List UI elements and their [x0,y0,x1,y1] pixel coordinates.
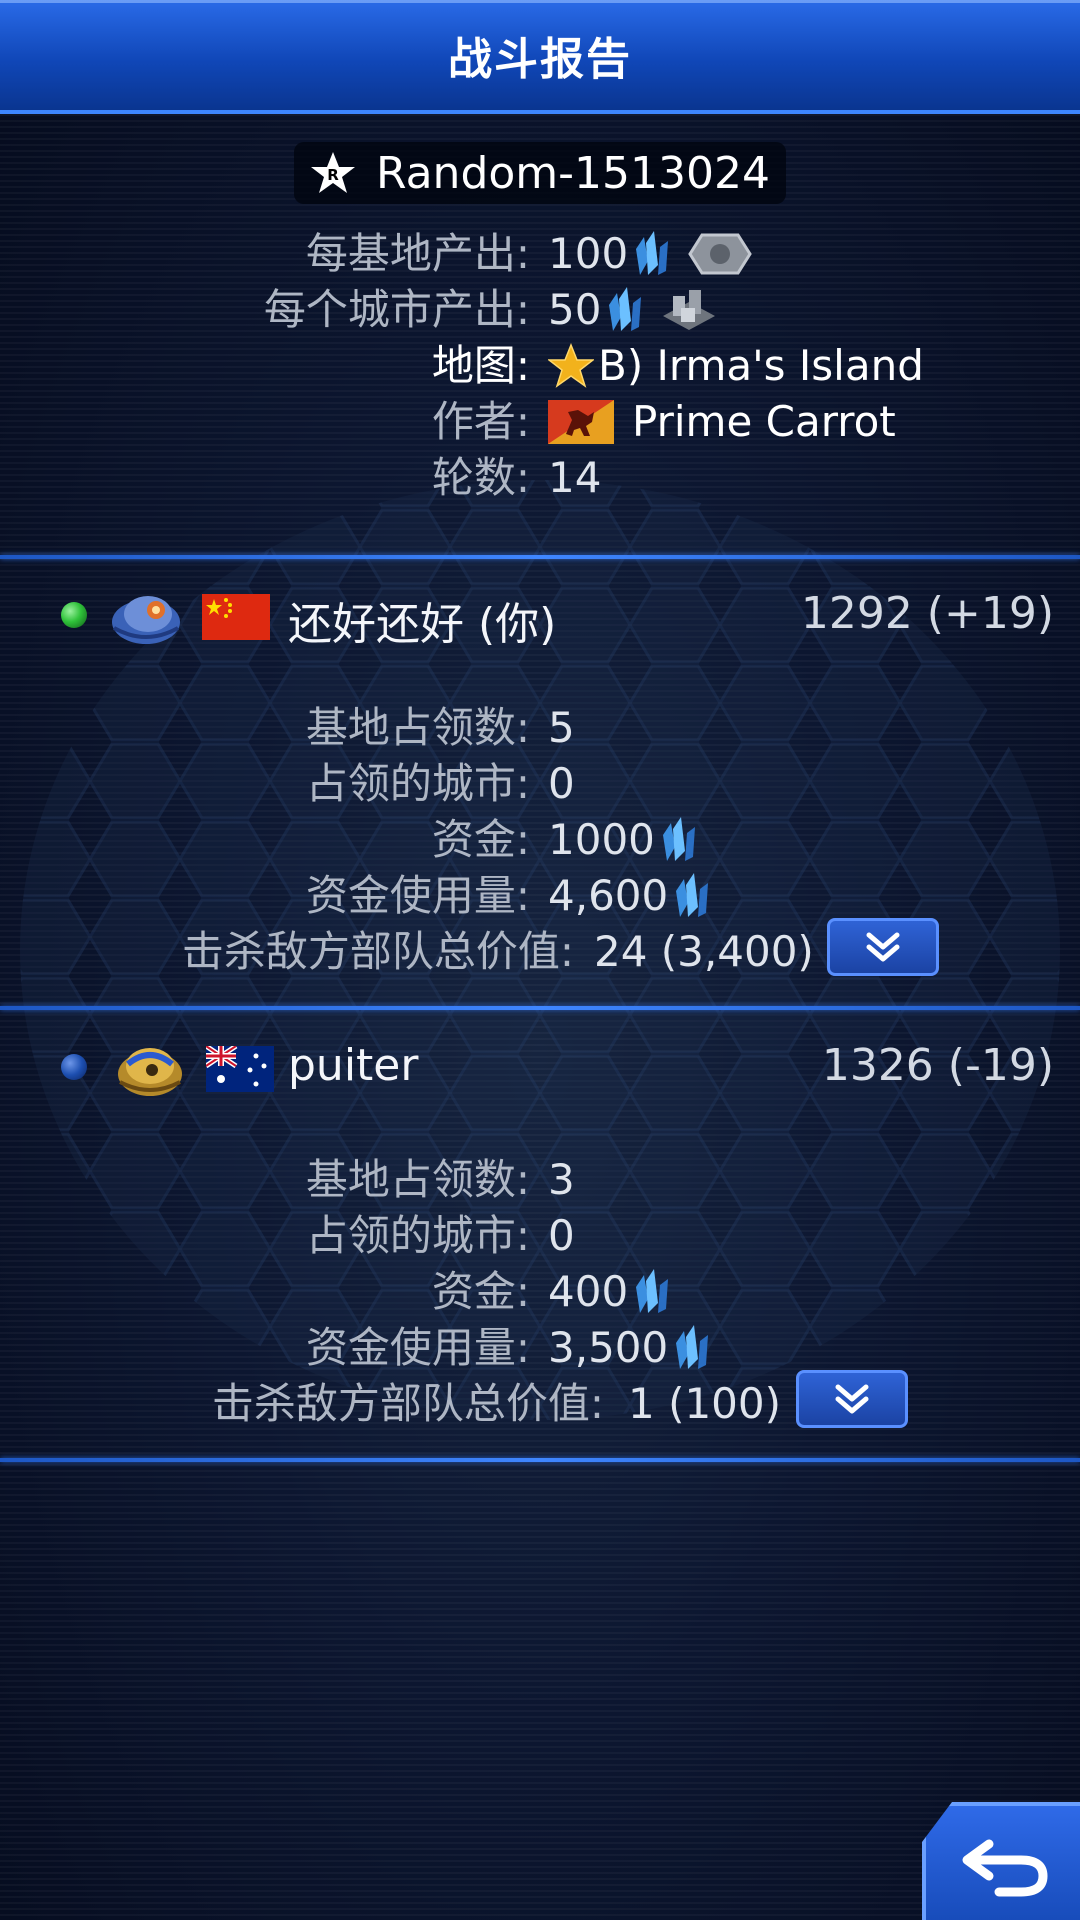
crystal-icon [676,1325,709,1369]
funds-value-wrap: 1000 [548,814,697,866]
funds-used-value-wrap: 4,600 [548,870,710,922]
author-label: 作者: [431,397,530,446]
funds-used-value: 4,600 [548,871,669,920]
player-avatar-icon [118,1048,182,1096]
crystal-icon [676,873,709,917]
bases-captured-label: 基地占领数: [305,1155,530,1204]
kills-value-label: 击杀敌方部队总价值: [181,927,574,976]
funds-used-value: 3,500 [548,1323,669,1372]
map-name[interactable]: B) Irma's Island [598,340,924,392]
player2-kills-row: 击杀敌方部队总价值: 1 (100) [0,1378,1080,1430]
player-row-2: puiter 1326 (-19) [0,1034,1080,1104]
player1-bases-row: 基地占领数: 5 [0,702,1080,754]
cities-captured-label: 占领的城市: [305,759,530,808]
player2-funds-used-row: 资金使用量: 3,500 [0,1322,1080,1374]
player-name: puiter [288,1040,419,1091]
svg-text:R: R [327,166,339,184]
author-value-wrap: Prime Carrot [548,396,896,448]
kills-value-label: 击杀敌方部队总价值: [211,1379,604,1428]
funds-label: 资金: [431,1267,530,1316]
base-income-label: 每基地产出: [305,229,530,278]
player1-funds-row: 资金: 1000 [0,814,1080,866]
crystal-icon [609,287,642,331]
map-row: 地图: B) Irma's Island [0,340,1080,392]
player1-funds-used-row: 资金使用量: 4,600 [0,870,1080,922]
australia-flag-icon [206,1046,274,1092]
double-chevron-down-icon [866,932,900,962]
rank-r-icon: R [310,152,355,193]
back-arrow-icon [962,1839,1048,1897]
funds-label: 资金: [431,815,530,864]
player-row-1: 还好还好 (你) 1292 (+19) [0,582,1080,652]
game-name-pill: R Random-1513024 [294,142,786,204]
cities-captured-value: 0 [548,759,575,808]
funds-value: 400 [548,1267,629,1316]
base-income-value-wrap: 100 [548,228,752,280]
author-horse-flag-icon [548,400,614,444]
section-divider [0,1006,1080,1010]
online-status-dot [61,602,87,628]
crystal-icon [636,231,669,275]
map-value-wrap[interactable]: B) Irma's Island [548,340,924,392]
page-title: 战斗报告 [448,34,632,85]
player1-cities-row: 占领的城市: 0 [0,758,1080,810]
turns-label: 轮数: [431,453,530,502]
city-income-row: 每个城市产出: 50 [0,284,1080,336]
section-divider [0,555,1080,559]
player-score: 1326 (-19) [821,1040,1054,1091]
player-avatar-icon [112,596,180,644]
bases-captured-value: 3 [548,1155,575,1204]
funds-value: 1000 [548,815,655,864]
crystal-icon [662,817,695,861]
battle-report-screen: 战斗报告 R Random-1513024 每基地产出: 100 每个城市产出: [0,0,1080,1920]
funds-used-label: 资金使用量: [305,1323,530,1372]
turns-value: 14 [548,453,602,502]
base-income-value: 100 [548,229,629,278]
city-income-label: 每个城市产出: [263,285,530,334]
bases-captured-value: 5 [548,703,575,752]
bases-captured-label: 基地占领数: [305,703,530,752]
double-chevron-down-icon [835,1384,869,1414]
section-divider [0,1458,1080,1462]
player-score: 1292 (+19) [800,588,1054,639]
funds-used-value-wrap: 3,500 [548,1322,710,1374]
funds-used-label: 资金使用量: [305,871,530,920]
title-bar: 战斗报告 [0,0,1080,114]
cities-captured-value: 0 [548,1211,575,1260]
city-income-value-wrap: 50 [548,284,719,336]
city-income-value: 50 [548,285,602,334]
player2-funds-row: 资金: 400 [0,1266,1080,1318]
player2-cities-row: 占领的城市: 0 [0,1210,1080,1262]
kills-value: 1 (100) [628,1379,782,1428]
kills-value: 24 (3,400) [594,927,814,976]
player2-bases-row: 基地占领数: 3 [0,1154,1080,1206]
funds-value-wrap: 400 [548,1266,670,1318]
crystal-icon [636,1269,669,1313]
author-row: 作者: Prime Carrot [0,396,1080,448]
expand-kills-button[interactable] [827,918,939,976]
author-name: Prime Carrot [632,397,896,446]
cities-captured-label: 占领的城市: [305,1211,530,1260]
base-icon [688,233,752,275]
city-icon [663,290,716,330]
turns-row: 轮数: 14 [0,452,1080,504]
offline-status-dot [61,1054,87,1080]
map-label: 地图: [431,341,530,390]
player-name: 还好还好 (你) [288,599,557,650]
game-name: Random-1513024 [375,147,770,199]
base-income-row: 每基地产出: 100 [0,228,1080,280]
star-icon [548,343,594,388]
china-flag-icon [202,594,270,640]
back-button[interactable] [922,1802,1080,1920]
expand-kills-button[interactable] [796,1370,908,1428]
